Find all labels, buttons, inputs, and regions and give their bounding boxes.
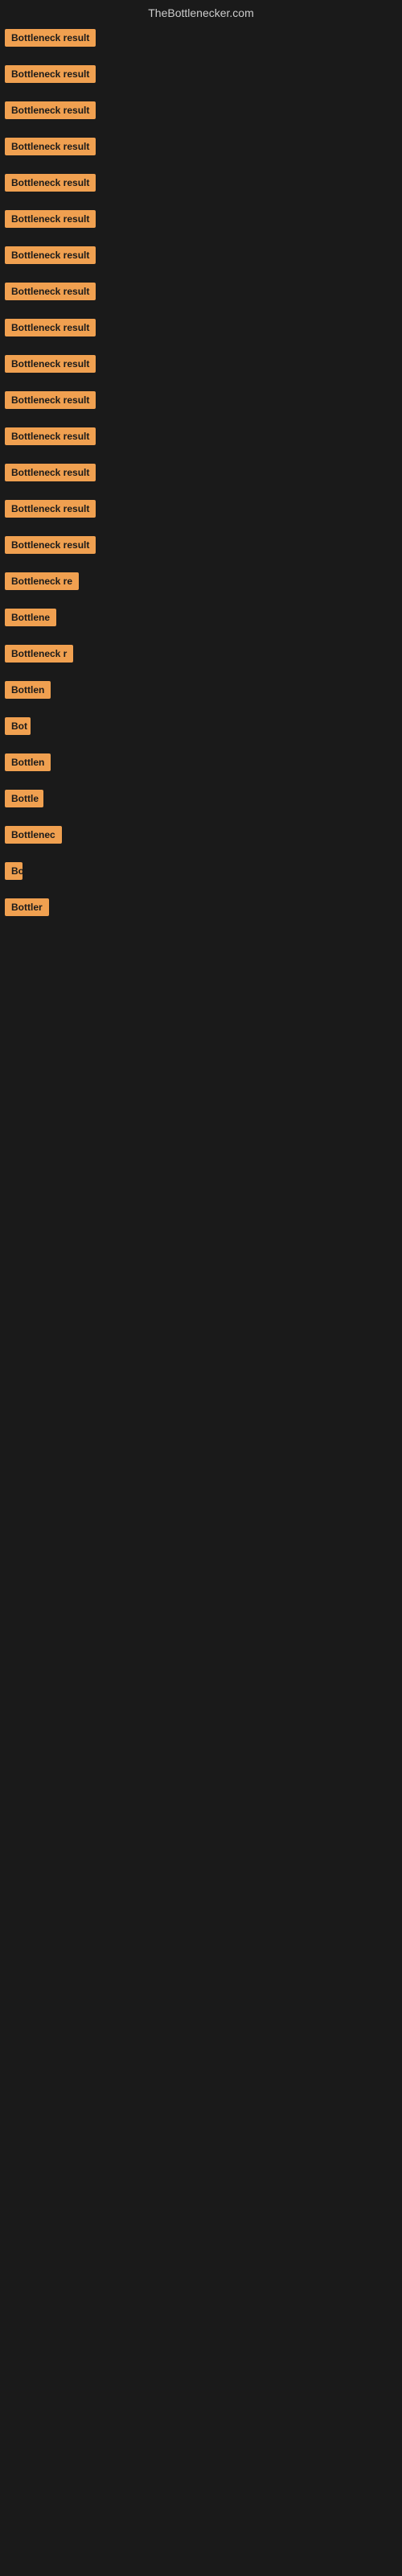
- site-header: TheBottlenecker.com: [0, 0, 402, 29]
- list-item: Bottleneck result: [5, 536, 402, 558]
- list-item: Bot: [5, 717, 402, 739]
- bottleneck-badge[interactable]: Bottlen: [5, 753, 51, 771]
- list-item: Bottlen: [5, 681, 402, 703]
- list-item: Bottleneck result: [5, 355, 402, 377]
- bottleneck-badge[interactable]: Bottleneck result: [5, 464, 96, 481]
- bottleneck-badge[interactable]: Bottleneck result: [5, 500, 96, 518]
- bottleneck-badge[interactable]: Bottleneck result: [5, 29, 96, 47]
- list-item: Bottleneck result: [5, 427, 402, 449]
- list-item: Bottleneck result: [5, 391, 402, 413]
- bottleneck-badge[interactable]: Bottleneck result: [5, 319, 96, 336]
- list-item: Bottleneck result: [5, 65, 402, 87]
- bottleneck-badge[interactable]: Bottleneck result: [5, 536, 96, 554]
- list-item: Bottleneck result: [5, 138, 402, 159]
- list-item: Bo: [5, 862, 402, 884]
- bottleneck-badge[interactable]: Bottlen: [5, 681, 51, 699]
- list-item: Bottleneck result: [5, 101, 402, 123]
- list-item: Bottleneck result: [5, 500, 402, 522]
- list-item: Bottler: [5, 898, 402, 920]
- list-item: Bottlene: [5, 609, 402, 630]
- bottleneck-badge[interactable]: Bottleneck result: [5, 138, 96, 155]
- bottleneck-badge[interactable]: Bottler: [5, 898, 49, 916]
- bottleneck-badge[interactable]: Bottleneck result: [5, 210, 96, 228]
- bottleneck-badge[interactable]: Bottlenec: [5, 826, 62, 844]
- list-item: Bottleneck result: [5, 29, 402, 51]
- items-container: Bottleneck result Bottleneck result Bottle…: [0, 29, 402, 920]
- list-item: Bottleneck result: [5, 283, 402, 304]
- list-item: Bottlenec: [5, 826, 402, 848]
- bottleneck-badge[interactable]: Bo: [5, 862, 23, 880]
- list-item: Bottle: [5, 790, 402, 811]
- bottleneck-badge[interactable]: Bottleneck result: [5, 427, 96, 445]
- bottleneck-badge[interactable]: Bottle: [5, 790, 43, 807]
- bottleneck-badge[interactable]: Bot: [5, 717, 31, 735]
- bottleneck-badge[interactable]: Bottleneck result: [5, 65, 96, 83]
- bottleneck-badge[interactable]: Bottleneck result: [5, 246, 96, 264]
- bottleneck-badge[interactable]: Bottleneck result: [5, 174, 96, 192]
- list-item: Bottleneck r: [5, 645, 402, 667]
- bottleneck-badge[interactable]: Bottlene: [5, 609, 56, 626]
- bottleneck-badge[interactable]: Bottleneck re: [5, 572, 79, 590]
- list-item: Bottleneck re: [5, 572, 402, 594]
- bottleneck-badge[interactable]: Bottleneck r: [5, 645, 73, 663]
- list-item: Bottleneck result: [5, 210, 402, 232]
- site-title: TheBottlenecker.com: [148, 6, 254, 19]
- list-item: Bottleneck result: [5, 319, 402, 341]
- bottleneck-badge[interactable]: Bottleneck result: [5, 355, 96, 373]
- bottleneck-badge[interactable]: Bottleneck result: [5, 391, 96, 409]
- list-item: Bottlen: [5, 753, 402, 775]
- list-item: Bottleneck result: [5, 174, 402, 196]
- bottleneck-badge[interactable]: Bottleneck result: [5, 283, 96, 300]
- list-item: Bottleneck result: [5, 246, 402, 268]
- bottleneck-badge[interactable]: Bottleneck result: [5, 101, 96, 119]
- list-item: Bottleneck result: [5, 464, 402, 485]
